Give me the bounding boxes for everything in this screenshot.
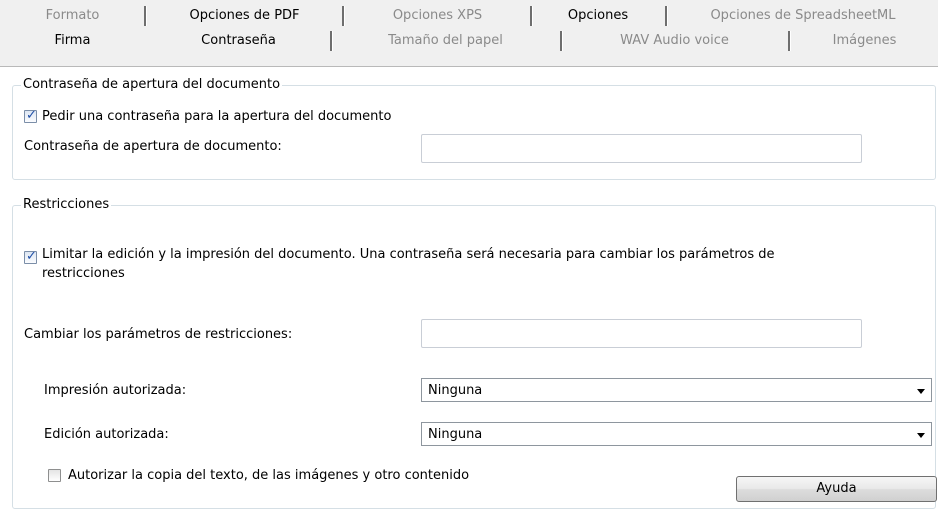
tab-opciones-spreadsheetml[interactable]: Opciones de SpreadsheetML <box>668 6 938 26</box>
printing-allowed-label: Impresión autorizada: <box>44 383 187 398</box>
open-password-group: Contraseña de apertura del documento <box>12 77 936 180</box>
checkmark-icon: ✓ <box>26 108 37 123</box>
tab-wav-audio-voice[interactable]: WAV Audio voice <box>563 31 786 51</box>
require-open-password-label: Pedir una contraseña para la apertura de… <box>42 109 392 124</box>
tab-strip: Formato Opciones de PDF Opciones XPS Opc… <box>0 0 938 68</box>
printing-allowed-value: Ninguna <box>428 383 483 398</box>
tab-row-2: Firma Contraseña Tamaño del papel WAV Au… <box>0 31 938 51</box>
allow-copy-checkbox[interactable] <box>48 469 61 482</box>
restrictions-group-title: Restricciones <box>23 197 110 212</box>
checkmark-icon: ✓ <box>26 249 37 264</box>
limit-editing-printing-label-line1: Limitar la edición y la impresión del do… <box>42 247 775 262</box>
restrictions-group: Restricciones <box>12 197 936 509</box>
help-button[interactable]: Ayuda <box>736 476 937 502</box>
chevron-down-icon[interactable] <box>917 433 925 438</box>
tab-tamano-papel[interactable]: Tamaño del papel <box>333 31 558 51</box>
tab-contrasena[interactable]: Contraseña <box>147 31 330 51</box>
tab-opciones-xps[interactable]: Opciones XPS <box>345 6 530 26</box>
tab-row-1: Formato Opciones de PDF Opciones XPS Opc… <box>0 6 938 26</box>
change-restrictions-password-field[interactable] <box>421 319 862 348</box>
password-settings-panel: Contraseña de apertura del documento ✓ P… <box>0 67 938 519</box>
printing-allowed-select[interactable]: Ninguna <box>421 378 932 402</box>
change-restrictions-password-label: Cambiar los parámetros de restricciones: <box>24 327 293 342</box>
limit-editing-printing-checkbox[interactable]: ✓ <box>24 249 37 264</box>
limit-editing-printing-label-line2: restricciones <box>42 266 125 281</box>
chevron-down-icon[interactable] <box>917 389 925 394</box>
tab-opciones-pdf[interactable]: Opciones de PDF <box>147 6 342 26</box>
editing-allowed-value: Ninguna <box>428 427 483 442</box>
open-password-label: Contraseña de apertura de documento: <box>24 139 282 154</box>
tab-opciones[interactable]: Opciones <box>533 6 663 26</box>
tab-firma[interactable]: Firma <box>0 31 145 51</box>
open-password-field[interactable] <box>421 134 862 163</box>
tab-imagenes[interactable]: Imágenes <box>791 31 938 51</box>
require-open-password-checkbox[interactable]: ✓ <box>24 108 37 123</box>
tab-formato[interactable]: Formato <box>0 6 145 26</box>
open-password-group-title: Contraseña de apertura del documento <box>23 77 281 92</box>
editing-allowed-label: Edición autorizada: <box>44 427 169 442</box>
editing-allowed-select[interactable]: Ninguna <box>421 422 932 446</box>
allow-copy-label: Autorizar la copia del texto, de las imá… <box>68 468 470 483</box>
